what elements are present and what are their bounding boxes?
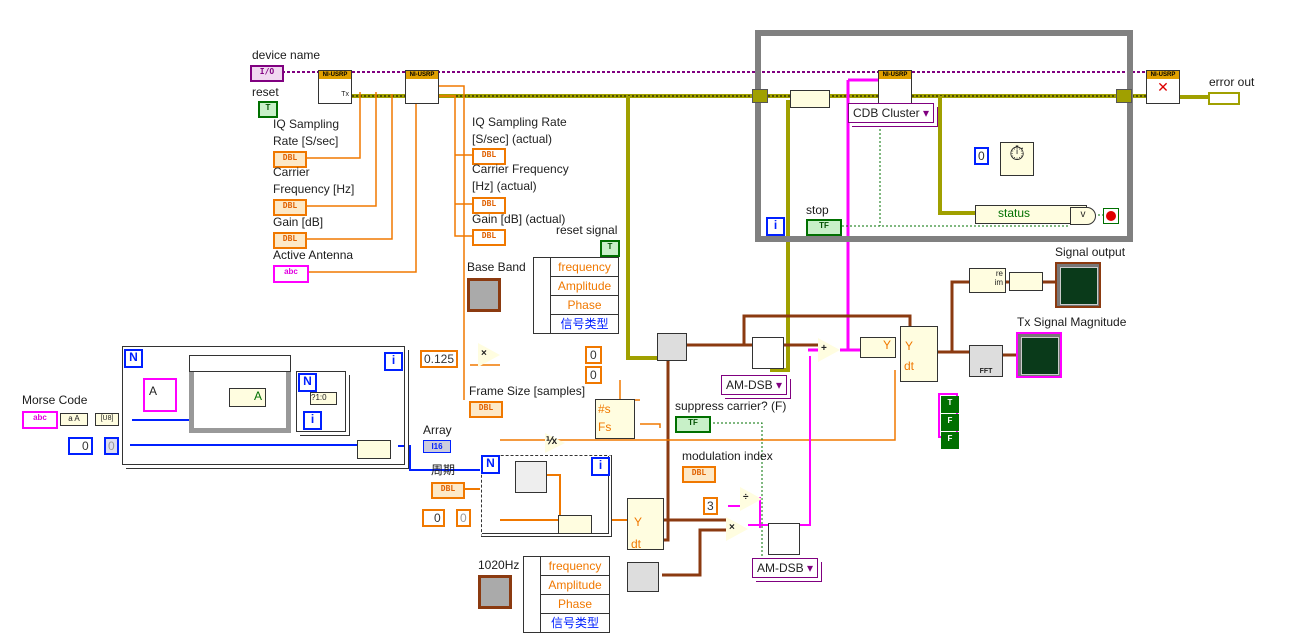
base-band-label: Base Band bbox=[467, 260, 526, 274]
basic-function-generator-node[interactable] bbox=[657, 333, 687, 361]
stop-button-control[interactable]: TF bbox=[806, 219, 842, 236]
stop-label: stop bbox=[806, 203, 829, 217]
error-out-indicator bbox=[1208, 92, 1240, 105]
for-loop-count-terminal: N bbox=[124, 349, 143, 368]
gain-label: Gain [dB] bbox=[273, 215, 324, 229]
modulation-index-label: modulation index bbox=[682, 449, 773, 463]
reciprocal-function[interactable]: ⅟x bbox=[545, 433, 565, 453]
iq-rate-label: IQ Sampling Rate [S/sec] bbox=[273, 117, 340, 148]
shift-register-right bbox=[1116, 89, 1132, 103]
morse-code-label: Morse Code bbox=[22, 393, 88, 407]
period-loop-iteration-terminal: i bbox=[591, 457, 610, 476]
square-wave-node[interactable] bbox=[515, 461, 547, 493]
unbundle-y-node[interactable]: Y bbox=[860, 337, 896, 358]
tone-cluster-control[interactable] bbox=[478, 575, 512, 609]
period-loop-count-terminal: N bbox=[481, 455, 500, 474]
constant-3[interactable]: 3 bbox=[703, 497, 718, 515]
array-constant-a[interactable]: 0 bbox=[585, 346, 602, 364]
carrier-freq-label: Carrier Frequency [Hz] bbox=[273, 165, 355, 196]
usrp-close-session-node[interactable]: NI-USRP ✕ bbox=[1146, 70, 1180, 104]
string-to-byte-array-node[interactable]: [U8] bbox=[95, 413, 119, 426]
signal-output-label: Signal output bbox=[1055, 245, 1126, 259]
loop2-index-numeric[interactable]: 0 bbox=[456, 509, 471, 527]
reset-signal-label: reset signal bbox=[556, 223, 618, 237]
modulation-type-selector-1[interactable]: AM-DSB ▾ bbox=[721, 375, 788, 395]
am-modulate-node-1[interactable] bbox=[752, 337, 784, 369]
dropdown-arrow-icon: ▾ bbox=[923, 106, 930, 120]
loop-condition-stop-icon bbox=[1103, 208, 1119, 224]
tx-magnitude-label: Tx Signal Magnitude bbox=[1017, 315, 1127, 329]
build-array-period-node[interactable] bbox=[558, 515, 592, 534]
string-constant-a[interactable]: A bbox=[143, 378, 177, 412]
fft-spectrum-node[interactable]: FFT bbox=[969, 345, 1003, 377]
close-x-icon: ✕ bbox=[1157, 79, 1169, 95]
error-out-label: error out bbox=[1209, 75, 1255, 89]
gain-actual-indicator: DBL bbox=[472, 229, 506, 246]
build-waveform-node-2[interactable]: Ydt bbox=[900, 326, 938, 382]
base-band-bundle-by-name[interactable]: frequency Amplitude Phase 信号类型 bbox=[533, 257, 619, 334]
while-iteration-terminal: i bbox=[766, 217, 785, 236]
iq-rate-actual-label: IQ Sampling Rate [S/sec] (actual) bbox=[472, 115, 567, 146]
bundle-samples-fs-node[interactable]: #s Fs bbox=[595, 399, 635, 439]
suppress-carrier-label: suppress carrier? (F) bbox=[675, 399, 787, 413]
constant-0125[interactable]: 0.125 bbox=[420, 350, 459, 368]
loop2-init-constant[interactable]: 0 bbox=[422, 509, 445, 527]
reset-signal-control[interactable]: T bbox=[600, 240, 620, 257]
tx-magnitude-graph-indicator bbox=[1016, 332, 1062, 378]
usrp-write-tx-data-node[interactable]: NI-USRP bbox=[878, 70, 912, 104]
for-loop-iteration-terminal: i bbox=[384, 352, 403, 371]
cdb-cluster-selector[interactable]: CDB Cluster ▾ bbox=[848, 103, 935, 123]
multiply-function-2[interactable]: × bbox=[726, 517, 748, 541]
build-waveform-node-1[interactable]: Ydt bbox=[627, 498, 664, 551]
build-string-node[interactable]: A bbox=[229, 388, 266, 407]
morse-code-control[interactable]: abc bbox=[22, 411, 58, 429]
reset-label: reset bbox=[252, 85, 279, 99]
tone-bundle-by-name[interactable]: frequency Amplitude Phase 信号类型 bbox=[523, 556, 610, 633]
active-antenna-label: Active Antenna bbox=[273, 248, 354, 262]
fft-options-cluster-constant[interactable]: T F F bbox=[938, 393, 959, 449]
multiply-function[interactable]: × bbox=[478, 343, 500, 367]
device-name-label: device name bbox=[252, 48, 321, 62]
boolean-to-01-node[interactable]: ?1:0 bbox=[310, 392, 337, 405]
or-function[interactable]: v bbox=[1070, 207, 1096, 225]
inner-loop-iteration-terminal: i bbox=[303, 411, 322, 430]
usrp-configure-signal-node[interactable]: NI-USRP bbox=[405, 70, 439, 104]
array-constant-b[interactable]: 0 bbox=[585, 366, 602, 384]
tone-function-generator-node[interactable] bbox=[627, 562, 659, 592]
to-upper-case-node[interactable]: a A bbox=[60, 413, 88, 426]
divide-function[interactable]: ÷ bbox=[740, 487, 762, 511]
base-band-cluster-control[interactable] bbox=[467, 278, 501, 312]
frame-size-label: Frame Size [samples] bbox=[469, 384, 586, 398]
case-selector[interactable] bbox=[189, 355, 291, 372]
period-label: 周期 bbox=[431, 463, 456, 477]
suppress-carrier-control[interactable]: TF bbox=[675, 416, 711, 433]
build-array-output-node[interactable] bbox=[1009, 272, 1043, 291]
add-function[interactable]: + bbox=[818, 338, 840, 362]
shift-index-numeric[interactable]: 0 bbox=[104, 437, 119, 455]
gain-actual-label: Gain [dB] (actual) bbox=[472, 212, 566, 226]
modulation-type-selector-2[interactable]: AM-DSB ▾ bbox=[752, 558, 819, 578]
complex-to-re-im-node[interactable]: re im bbox=[969, 268, 1006, 293]
signal-output-graph-indicator bbox=[1055, 262, 1101, 308]
period-control[interactable]: DBL bbox=[431, 482, 465, 499]
usrp-open-tx-session-node[interactable]: NI-USRP Tx bbox=[318, 70, 352, 104]
wait-ms-constant[interactable]: 0 bbox=[974, 147, 989, 165]
carrier-freq-actual-label: Carrier Frequency [Hz] (actual) bbox=[472, 162, 569, 193]
inner-loop-count-terminal: N bbox=[298, 373, 317, 392]
wait-metronome-icon[interactable]: ⏱ bbox=[1000, 142, 1034, 176]
am-modulate-node-2[interactable] bbox=[768, 523, 800, 555]
dropdown-arrow-icon: ▾ bbox=[776, 378, 783, 392]
active-antenna-control[interactable]: abc bbox=[273, 265, 309, 283]
array-indicator: I16 bbox=[423, 440, 451, 453]
frame-size-control[interactable]: DBL bbox=[469, 401, 503, 418]
dropdown-arrow-icon: ▾ bbox=[807, 561, 814, 575]
build-array-node[interactable] bbox=[357, 440, 391, 459]
shift-init-constant[interactable]: 0 bbox=[68, 437, 93, 455]
modulation-index-control[interactable]: DBL bbox=[682, 466, 716, 483]
shift-register-left bbox=[752, 89, 768, 103]
tone-label: 1020Hz bbox=[478, 558, 520, 572]
merge-errors-node[interactable] bbox=[790, 90, 830, 108]
device-name-control[interactable]: I/O bbox=[250, 65, 284, 82]
array-label: Array bbox=[423, 423, 452, 437]
